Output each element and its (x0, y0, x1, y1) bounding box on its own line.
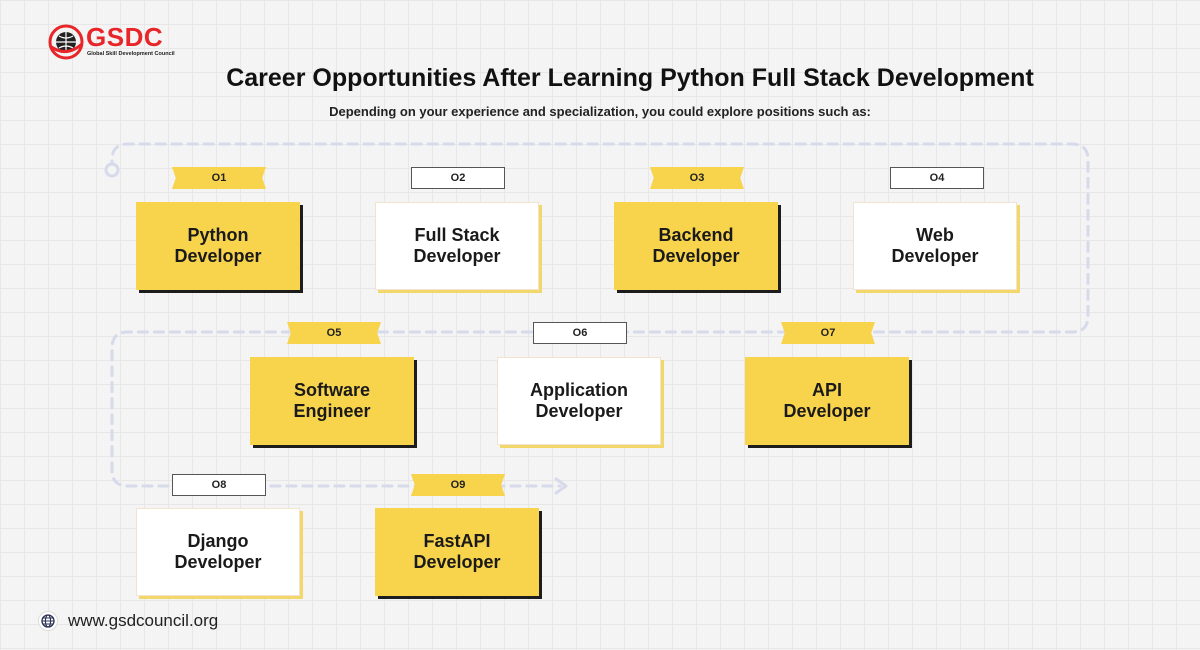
role-number-tag: O2 (411, 167, 505, 189)
role-card-fastapi-developer: FastAPI Developer (375, 508, 539, 596)
role-card-web-developer: Web Developer (853, 202, 1017, 290)
role-card-software-engineer: Software Engineer (250, 357, 414, 445)
role-label: Python Developer (174, 225, 262, 266)
role-card-application-developer: Application Developer (497, 357, 661, 445)
role-number-tag: O1 (172, 167, 266, 189)
role-card-backend-developer: Backend Developer (614, 202, 778, 290)
role-card-python-developer: Python Developer (136, 202, 300, 290)
role-label: Backend Developer (652, 225, 740, 266)
website-link[interactable]: www.gsdcouncil.org (68, 611, 218, 631)
role-number-tag: O4 (890, 167, 984, 189)
role-label: API Developer (783, 380, 871, 421)
footer: www.gsdcouncil.org (38, 611, 218, 631)
role-card-django-developer: Django Developer (136, 508, 300, 596)
role-number-tag: O8 (172, 474, 266, 496)
role-number-tag: O6 (533, 322, 627, 344)
role-label: Web Developer (891, 225, 979, 266)
role-label: Application Developer (530, 380, 628, 421)
role-label: Full Stack Developer (413, 225, 501, 266)
role-number-tag: O5 (287, 322, 381, 344)
role-number-tag: O9 (411, 474, 505, 496)
role-number-tag: O3 (650, 167, 744, 189)
role-label: FastAPI Developer (413, 531, 501, 572)
role-number-tag: O7 (781, 322, 875, 344)
path-start-dot (104, 162, 120, 178)
role-card-api-developer: API Developer (745, 357, 909, 445)
role-card-full-stack-developer: Full Stack Developer (375, 202, 539, 290)
role-label: Software Engineer (293, 380, 371, 421)
role-label: Django Developer (174, 531, 262, 572)
globe-icon (38, 611, 58, 631)
